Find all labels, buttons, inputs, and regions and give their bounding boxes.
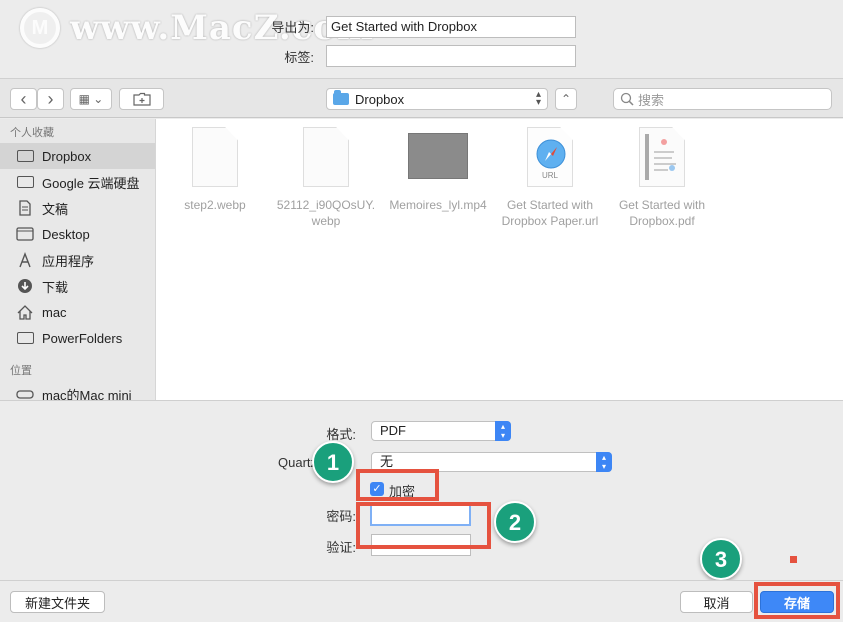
applications-icon bbox=[16, 252, 34, 268]
new-folder-icon bbox=[132, 92, 151, 106]
file-item[interactable]: Get Started with Dropbox.pdf bbox=[603, 127, 721, 229]
format-value: PDF bbox=[380, 423, 406, 438]
file-browser: step2.webp 52112_i90QOsUY. webp Memoires… bbox=[156, 119, 843, 400]
sidebar-item-label: 应用程序 bbox=[42, 253, 95, 269]
save-dialog-header: M www.MacZ.com 导出为: Get Started with Dro… bbox=[0, 0, 843, 78]
chevron-left-icon: ‹ bbox=[20, 88, 27, 109]
folder-icon bbox=[16, 148, 34, 164]
back-button[interactable]: ‹ bbox=[10, 88, 37, 110]
location-popup[interactable]: Dropbox ▴ ▾ bbox=[326, 88, 548, 110]
file-name-line2: Dropbox Paper.url bbox=[501, 214, 599, 228]
compass-icon bbox=[536, 139, 566, 169]
sidebar-item-label: 文稿 bbox=[42, 201, 69, 217]
folder-icon bbox=[16, 330, 34, 346]
document-icon bbox=[192, 127, 238, 187]
sidebar-item-label: mac的Mac mini bbox=[42, 387, 132, 401]
sidebar-item-label: Desktop bbox=[42, 226, 90, 242]
sidebar-item-label: 下载 bbox=[42, 279, 69, 295]
file-name-line2: webp bbox=[311, 214, 341, 228]
file-name: Memoires_lyl.mp4 bbox=[389, 198, 487, 212]
sidebar-item-label: Dropbox bbox=[42, 148, 92, 164]
sidebar-item-dropbox[interactable]: Dropbox bbox=[0, 143, 155, 169]
annotation-badge-1: 1 bbox=[312, 441, 354, 483]
download-icon bbox=[16, 278, 34, 294]
locations-header: 位置 bbox=[10, 365, 32, 377]
sidebar-item-label: Google 云端硬盘 bbox=[42, 175, 140, 191]
sidebar-item-label: PowerFolders bbox=[42, 330, 123, 346]
url-badge: URL bbox=[541, 171, 558, 180]
filename-field[interactable]: Get Started with Dropbox bbox=[326, 16, 576, 38]
watermark-logo: M bbox=[20, 8, 60, 48]
toolbar: ‹ › ▦ ⌄ Dropbox ▴ ▾ ⌃ 搜索 bbox=[0, 78, 843, 118]
verify-label: 验证: bbox=[326, 540, 356, 555]
popup-arrows-icon: ▴ ▾ bbox=[495, 421, 511, 441]
location-label: Dropbox bbox=[355, 91, 405, 107]
sidebar-item-desktop[interactable]: Desktop bbox=[0, 221, 155, 247]
search-field[interactable]: 搜索 bbox=[613, 88, 832, 110]
file-item[interactable]: 52112_i90QOsUY. webp bbox=[267, 127, 385, 229]
sidebar-item-powerfolders[interactable]: PowerFolders bbox=[0, 325, 155, 351]
watermark: M www.MacZ.com bbox=[20, 8, 374, 48]
view-mode-button[interactable]: ▦ ⌄ bbox=[70, 88, 112, 110]
url-file-icon: URL bbox=[527, 127, 573, 187]
folder-icon bbox=[333, 90, 349, 105]
search-placeholder: 搜索 bbox=[638, 92, 665, 108]
sidebar-item-documents[interactable]: 文稿 bbox=[0, 195, 155, 221]
dialog-footer: 新建文件夹 取消 存储 bbox=[0, 580, 843, 622]
document-icon bbox=[303, 127, 349, 187]
annotation-badge-2: 2 bbox=[494, 501, 536, 543]
pdf-thumbnail bbox=[639, 127, 685, 187]
file-item[interactable]: URL Get Started with Dropbox Paper.url bbox=[491, 127, 609, 229]
file-name: Get Started with bbox=[506, 198, 594, 212]
file-item[interactable]: Memoires_lyl.mp4 bbox=[379, 127, 497, 213]
sidebar-item-google-drive[interactable]: Google 云端硬盘 bbox=[0, 169, 155, 195]
sidebar-item-home[interactable]: mac bbox=[0, 299, 155, 325]
annotation-badge-3: 3 bbox=[700, 538, 742, 580]
annotation-box-3 bbox=[754, 582, 840, 619]
format-label: 格式: bbox=[326, 427, 356, 442]
export-as-label: 导出为: bbox=[271, 20, 314, 35]
tags-label: 标签: bbox=[284, 50, 314, 65]
new-folder-toolbar-button[interactable] bbox=[119, 88, 164, 110]
chevron-right-icon: › bbox=[47, 88, 54, 109]
sidebar-item-applications[interactable]: 应用程序 bbox=[0, 247, 155, 273]
forward-button[interactable]: › bbox=[37, 88, 64, 110]
desktop-icon bbox=[16, 226, 34, 242]
home-icon bbox=[16, 304, 34, 320]
cancel-button[interactable]: 取消 bbox=[680, 591, 753, 613]
popup-arrows-icon: ▴ ▾ bbox=[596, 452, 612, 472]
annotation-marker bbox=[790, 556, 797, 563]
quartz-filter-value: 无 bbox=[380, 454, 394, 469]
document-icon bbox=[16, 200, 34, 216]
chevron-up-icon: ⌃ bbox=[560, 92, 572, 106]
tags-field[interactable] bbox=[326, 45, 576, 67]
password-label: 密码: bbox=[326, 509, 356, 524]
popup-arrows-icon: ▴ ▾ bbox=[535, 89, 541, 108]
sidebar-item-downloads[interactable]: 下载 bbox=[0, 273, 155, 299]
computer-icon bbox=[16, 386, 34, 400]
sidebar: 个人收藏 Dropbox Google 云端硬盘 文稿 Desktop 应用程序… bbox=[0, 119, 156, 400]
file-name: 52112_i90QOsUY. bbox=[276, 198, 376, 212]
new-folder-button[interactable]: 新建文件夹 bbox=[10, 591, 105, 613]
search-icon bbox=[620, 92, 634, 106]
video-thumbnail bbox=[408, 133, 468, 179]
grid-view-icon: ▦ ⌄ bbox=[78, 92, 104, 106]
sidebar-item-label: mac bbox=[42, 304, 67, 320]
format-popup[interactable]: PDF ▴ ▾ bbox=[371, 421, 511, 441]
expand-button[interactable]: ⌃ bbox=[555, 88, 577, 110]
favorites-header: 个人收藏 bbox=[10, 127, 54, 139]
annotation-box-1 bbox=[356, 469, 439, 501]
annotation-box-2 bbox=[356, 502, 491, 549]
file-name: step2.webp bbox=[184, 198, 246, 212]
folder-icon bbox=[16, 174, 34, 190]
file-name-line2: Dropbox.pdf bbox=[629, 214, 695, 228]
file-name: Get Started with bbox=[618, 198, 706, 212]
sidebar-item-mac-mini[interactable]: mac的Mac mini bbox=[0, 381, 155, 400]
file-item[interactable]: step2.webp bbox=[156, 127, 274, 213]
